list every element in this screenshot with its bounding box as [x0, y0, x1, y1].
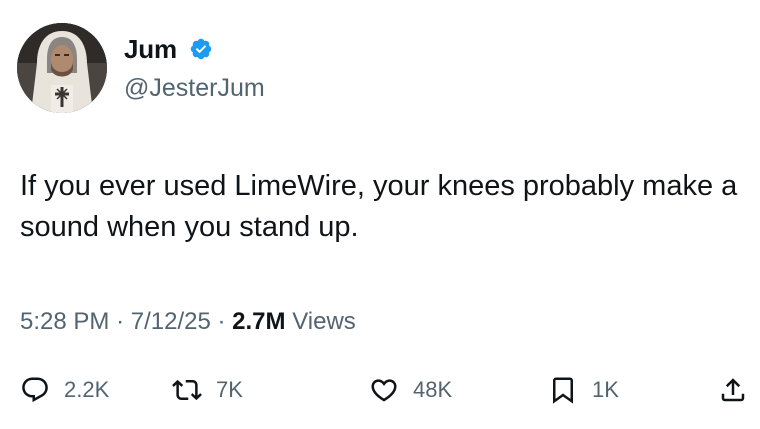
repost-icon [172, 379, 202, 401]
meta-separator: · [116, 308, 125, 335]
views-label: Views [292, 308, 356, 335]
avatar[interactable] [17, 23, 107, 113]
like-count: 48K [413, 377, 453, 402]
bookmark-button[interactable]: 1K [548, 366, 619, 414]
heart-icon [371, 379, 397, 402]
reply-count: 2.2K [64, 377, 110, 402]
share-icon [721, 378, 745, 402]
display-name[interactable]: Jum [124, 34, 177, 65]
tweet-text: If you ever used LimeWire, your knees pr… [20, 170, 738, 243]
reply-button[interactable]: 2.2K [20, 366, 109, 414]
share-button[interactable] [718, 366, 748, 414]
avatar-image [17, 23, 107, 113]
repost-count: 7K [216, 377, 243, 402]
tweet-date[interactable]: 7/12/25 [131, 308, 211, 335]
action-bar: 2.2K 7K 48K 1K [0, 366, 760, 414]
views-count[interactable]: 2.7M [232, 308, 285, 335]
tweet-time[interactable]: 5:28 PM [20, 308, 109, 335]
tweet-meta: 5:28 PM · 7/12/25 · 2.7M Views [20, 308, 356, 336]
verified-badge-icon [190, 38, 212, 60]
bookmark-icon [553, 377, 573, 404]
meta-separator: · [217, 308, 226, 335]
repost-button[interactable]: 7K [172, 366, 243, 414]
tweet-card: Jum @JesterJum If you ever used LimeWire… [0, 0, 760, 429]
user-handle[interactable]: @JesterJum [124, 74, 265, 103]
like-button[interactable]: 48K [369, 366, 452, 414]
reply-icon [22, 377, 48, 403]
bookmark-count: 1K [592, 377, 619, 402]
